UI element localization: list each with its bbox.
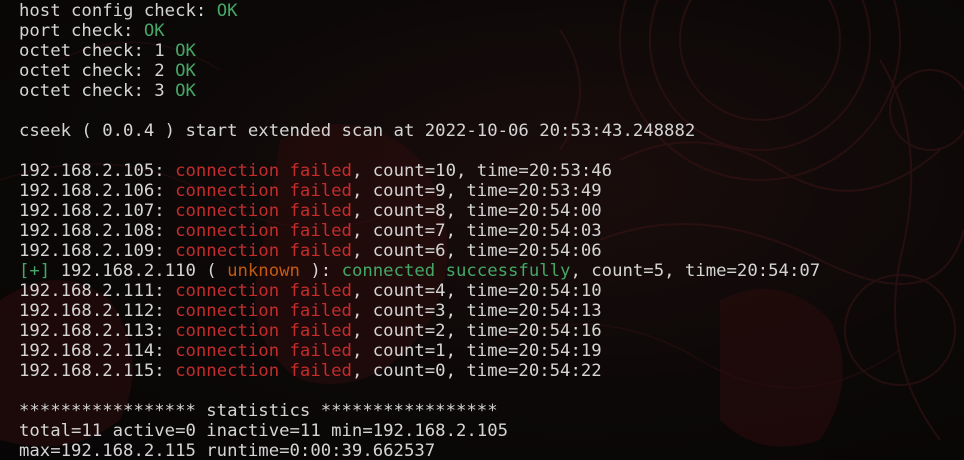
terminal-output: host config check: OK port check: OK octet… xyxy=(19,1,820,460)
scan-banner-text: cseek ( 0.0.4 ) start extended scan at 2… xyxy=(19,121,696,141)
statistics-runtime: max=192.168.2.115 runtime=0:00:39.662537 xyxy=(19,441,820,460)
check-label: octet check: 3 xyxy=(19,81,176,101)
check-line: octet check: 2 OK xyxy=(19,61,820,81)
check-label: host config check: xyxy=(19,1,217,21)
scan-result-line: 192.168.2.108: connection failed, count=… xyxy=(19,221,820,241)
check-label: octet check: 2 xyxy=(19,61,176,81)
result-ip: 192.168.2.109: xyxy=(19,241,176,261)
result-details: , count=6, time=20:54:06 xyxy=(351,241,602,261)
scan-result-line: 192.168.2.112: connection failed, count=… xyxy=(19,301,820,321)
success-status: connected successfully xyxy=(341,261,571,281)
result-status-failed: connection failed xyxy=(175,241,352,261)
result-status-failed: connection failed xyxy=(175,221,352,241)
scan-result-line: 192.168.2.105: connection failed, count=… xyxy=(19,161,820,181)
result-status-failed: connection failed xyxy=(175,321,352,341)
check-label: port check: xyxy=(19,21,144,41)
scan-success-line: [+] 192.168.2.110 ( unknown ): connected… xyxy=(19,261,820,281)
result-status-failed: connection failed xyxy=(175,281,352,301)
result-ip: 192.168.2.111: xyxy=(19,281,176,301)
result-ip: 192.168.2.105: xyxy=(19,161,176,181)
check-status-ok: OK xyxy=(216,1,238,21)
statistics-summary: total=11 active=0 inactive=11 min=192.16… xyxy=(19,421,820,441)
result-details: , count=8, time=20:54:00 xyxy=(351,201,602,221)
scan-result-line: 192.168.2.107: connection failed, count=… xyxy=(19,201,820,221)
success-ip: 192.168.2.110 ( xyxy=(50,261,228,281)
statistics-runtime-text: max=192.168.2.115 runtime=0:00:39.662537 xyxy=(19,441,436,460)
result-details: , count=3, time=20:54:13 xyxy=(351,301,602,321)
success-host-unknown: unknown xyxy=(227,261,300,281)
check-line: octet check: 1 OK xyxy=(19,41,820,61)
result-status-failed: connection failed xyxy=(175,201,352,221)
check-label: octet check: 1 xyxy=(19,41,176,61)
scan-banner: cseek ( 0.0.4 ) start extended scan at 2… xyxy=(19,121,820,141)
success-tag: [+] xyxy=(19,261,51,281)
result-details: , count=0, time=20:54:22 xyxy=(351,361,602,381)
statistics-summary-text: total=11 active=0 inactive=11 min=192.16… xyxy=(19,421,508,441)
scan-result-line: 192.168.2.106: connection failed, count=… xyxy=(19,181,820,201)
result-status-failed: connection failed xyxy=(175,361,352,381)
scan-result-line: 192.168.2.115: connection failed, count=… xyxy=(19,361,820,381)
statistics-header: ***************** statistics ***********… xyxy=(19,401,820,421)
scan-result-line: 192.168.2.113: connection failed, count=… xyxy=(19,321,820,341)
result-ip: 192.168.2.107: xyxy=(19,201,176,221)
result-status-failed: connection failed xyxy=(175,161,352,181)
scan-result-line: 192.168.2.111: connection failed, count=… xyxy=(19,281,820,301)
check-line: port check: OK xyxy=(19,21,820,41)
success-separator: ): xyxy=(299,261,342,281)
result-details: , count=7, time=20:54:03 xyxy=(351,221,602,241)
result-ip: 192.168.2.115: xyxy=(19,361,176,381)
check-line: octet check: 3 OK xyxy=(19,81,820,101)
scan-result-line: 192.168.2.109: connection failed, count=… xyxy=(19,241,820,261)
result-ip: 192.168.2.113: xyxy=(19,321,176,341)
check-status-ok: OK xyxy=(175,81,196,101)
result-status-failed: connection failed xyxy=(175,301,352,321)
check-line: host config check: OK xyxy=(19,1,820,21)
check-status-ok: OK xyxy=(175,61,196,81)
result-ip: 192.168.2.114: xyxy=(19,341,176,361)
check-status-ok: OK xyxy=(175,41,196,61)
result-details: , count=9, time=20:53:49 xyxy=(351,181,602,201)
check-status-ok: OK xyxy=(143,21,165,41)
statistics-header-text: ***************** statistics ***********… xyxy=(19,401,498,421)
result-details: , count=4, time=20:54:10 xyxy=(351,281,602,301)
result-details: , count=2, time=20:54:16 xyxy=(351,321,602,341)
result-ip: 192.168.2.112: xyxy=(19,301,176,321)
result-ip: 192.168.2.108: xyxy=(19,221,176,241)
terminal-window[interactable]: host config check: OK port check: OK octet… xyxy=(0,0,964,460)
result-details: , count=1, time=20:54:19 xyxy=(351,341,602,361)
success-details: , count=5, time=20:54:07 xyxy=(570,261,821,281)
result-status-failed: connection failed xyxy=(175,181,352,201)
scan-result-line: 192.168.2.114: connection failed, count=… xyxy=(19,341,820,361)
result-status-failed: connection failed xyxy=(175,341,352,361)
result-ip: 192.168.2.106: xyxy=(19,181,176,201)
result-details: , count=10, time=20:53:46 xyxy=(351,161,613,181)
